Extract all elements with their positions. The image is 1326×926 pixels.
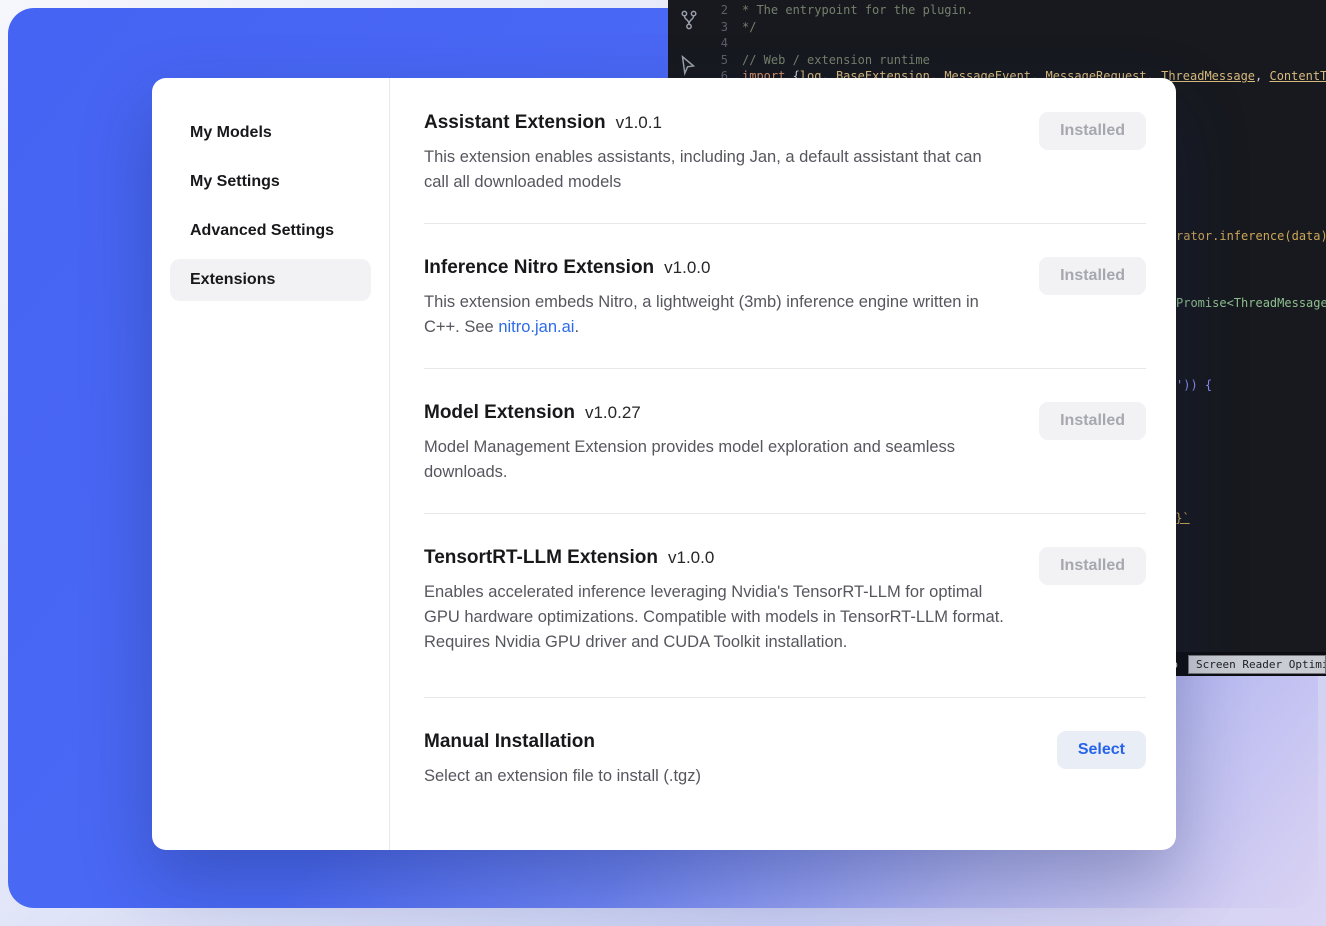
extension-section-model: Model Extension v1.0.27 Model Management… — [424, 369, 1146, 514]
select-file-button[interactable]: Select — [1057, 731, 1146, 769]
extension-version: v1.0.0 — [668, 548, 714, 568]
code-fragment: ')) { — [1176, 378, 1212, 392]
settings-sidebar: My Models My Settings Advanced Settings … — [152, 78, 390, 850]
extensions-panel: Assistant Extension v1.0.1 This extensio… — [390, 78, 1176, 850]
code-text: * The entrypoint for the plugin. — [742, 2, 973, 19]
identifier-token: ContentType — [1269, 69, 1326, 83]
extension-title: TensortRT-LLM Extension — [424, 547, 658, 569]
code-text: */ — [742, 19, 756, 36]
installed-button[interactable]: Installed — [1039, 112, 1146, 150]
extension-info: Manual Installation Select an extension … — [424, 731, 701, 789]
extension-title: Inference Nitro Extension — [424, 257, 654, 279]
code-fragment: Promise<ThreadMessage> — [1176, 296, 1326, 310]
extension-info: Model Extension v1.0.27 Model Management… — [424, 402, 1006, 485]
sidebar-item-my-settings[interactable]: My Settings — [170, 161, 371, 203]
extension-title: Assistant Extension — [424, 112, 606, 134]
extension-version: v1.0.27 — [585, 403, 641, 423]
extension-version: v1.0.1 — [616, 113, 662, 133]
sidebar-item-extensions[interactable]: Extensions — [170, 259, 371, 301]
extension-section-tensorrt: TensortRT-LLM Extension v1.0.0 Enables a… — [424, 514, 1146, 698]
extension-info: Assistant Extension v1.0.1 This extensio… — [424, 112, 1006, 195]
punct-token: , — [1255, 69, 1269, 83]
code-lines: 2 * The entrypoint for the plugin. 3 */ … — [668, 2, 1326, 85]
code-line: 2 * The entrypoint for the plugin. — [668, 2, 1326, 19]
sidebar-item-advanced-settings[interactable]: Advanced Settings — [170, 210, 371, 252]
manual-installation-section: Manual Installation Select an extension … — [424, 698, 1146, 817]
extension-description: Model Management Extension provides mode… — [424, 435, 1006, 485]
extension-description: Enables accelerated inference leveraging… — [424, 580, 1006, 655]
extension-description: This extension enables assistants, inclu… — [424, 145, 1006, 195]
manual-installation-description: Select an extension file to install (.tg… — [424, 764, 701, 789]
extension-section-nitro: Inference Nitro Extension v1.0.0 This ex… — [424, 224, 1146, 369]
screen-reader-notice: Screen Reader Optimize — [1188, 655, 1326, 674]
line-number: 3 — [668, 19, 742, 36]
extension-section-assistant: Assistant Extension v1.0.1 This extensio… — [424, 78, 1146, 224]
extension-description: This extension embeds Nitro, a lightweig… — [424, 290, 1006, 340]
code-line: 5 // Web / extension runtime — [668, 52, 1326, 69]
line-number: 4 — [668, 35, 742, 52]
description-text: . — [574, 318, 579, 336]
line-number: 5 — [668, 52, 742, 69]
code-fragment: rator.inference(data)); — [1176, 229, 1326, 243]
code-line: 4 — [668, 35, 1326, 52]
nitro-jan-ai-link[interactable]: nitro.jan.ai — [498, 318, 574, 336]
installed-button[interactable]: Installed — [1039, 402, 1146, 440]
extension-info: TensortRT-LLM Extension v1.0.0 Enables a… — [424, 547, 1006, 655]
sidebar-item-my-models[interactable]: My Models — [170, 112, 371, 154]
extension-title: Model Extension — [424, 402, 575, 424]
installed-button[interactable]: Installed — [1039, 257, 1146, 295]
extension-version: v1.0.0 — [664, 258, 710, 278]
line-number: 2 — [668, 2, 742, 19]
settings-modal: My Models My Settings Advanced Settings … — [152, 78, 1176, 850]
manual-installation-title: Manual Installation — [424, 731, 595, 753]
identifier-token: ThreadMessage — [1161, 69, 1255, 83]
code-line: 3 */ — [668, 19, 1326, 36]
extension-info: Inference Nitro Extension v1.0.0 This ex… — [424, 257, 1006, 340]
installed-button[interactable]: Installed — [1039, 547, 1146, 585]
code-text: // Web / extension runtime — [742, 52, 930, 69]
